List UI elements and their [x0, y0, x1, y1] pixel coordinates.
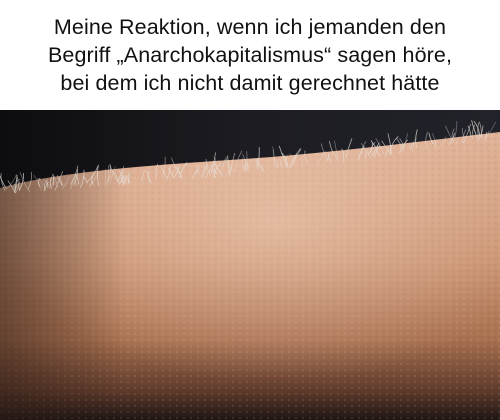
caption-text: Meine Reaktion, wenn ich jemanden den Be…	[47, 15, 453, 95]
meme: Meine Reaktion, wenn ich jemanden den Be…	[0, 0, 500, 420]
arm-illustration	[0, 110, 500, 420]
goosebumps-arm-photo	[0, 110, 500, 420]
caption-area: Meine Reaktion, wenn ich jemanden den Be…	[0, 0, 500, 110]
